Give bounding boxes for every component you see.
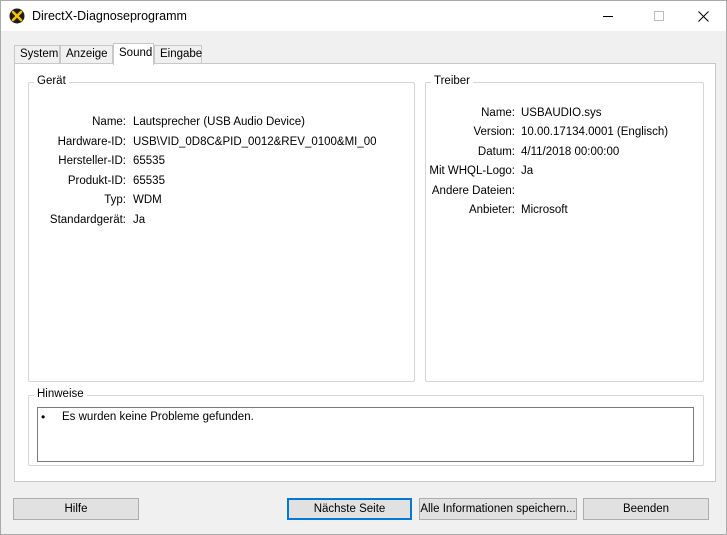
tab-sound[interactable]: Sound: [113, 43, 154, 65]
minimize-icon: [603, 16, 613, 17]
whql-logo-value: Ja: [521, 165, 534, 177]
provider-label: Anbieter:: [468, 204, 515, 216]
type-value: WDM: [133, 194, 162, 206]
driver-name-value: USBAUDIO.sys: [521, 107, 602, 119]
default-device-label: Standardgerät:: [49, 214, 126, 226]
minimize-button[interactable]: [585, 1, 631, 31]
manufacturer-id-value: 65535: [133, 155, 165, 167]
directx-icon: [9, 8, 25, 24]
device-group: Gerät Name: Lautsprecher (USB Audio Devi…: [28, 75, 415, 382]
whql-logo-label: Mit WHQL-Logo:: [429, 165, 515, 177]
driver-date-value: 4/11/2018 00:00:00: [521, 146, 620, 158]
maximize-icon: [654, 11, 664, 21]
product-id-value: 65535: [133, 175, 165, 187]
help-button[interactable]: Hilfe: [13, 498, 139, 520]
notes-group-title: Hinweise: [34, 388, 87, 400]
driver-name-label: Name:: [481, 107, 515, 119]
note-text: Es wurden keine Probleme gefunden.: [62, 411, 254, 423]
close-icon: [697, 10, 709, 22]
hardware-id-label: Hardware-ID:: [57, 136, 126, 148]
driver-version-value: 10.00.17134.0001 (Englisch): [521, 126, 669, 138]
type-label: Typ:: [104, 194, 126, 206]
product-id-label: Produkt-ID:: [67, 175, 126, 187]
manufacturer-id-label: Hersteller-ID:: [58, 155, 126, 167]
tab-system[interactable]: System: [14, 45, 60, 64]
driver-group: Treiber Name: USBAUDIO.sys Version: 10.0…: [425, 75, 704, 382]
exit-button[interactable]: Beenden: [583, 498, 709, 520]
notes-group: Hinweise • Es wurden keine Probleme gefu…: [28, 388, 704, 466]
driver-group-title: Treiber: [431, 75, 473, 87]
tab-anzeige[interactable]: Anzeige: [60, 45, 113, 64]
close-button[interactable]: [680, 1, 726, 31]
tab-eingabe[interactable]: Eingabe: [154, 45, 202, 64]
driver-version-label: Version:: [473, 126, 515, 138]
sound-tab-panel: Gerät Name: Lautsprecher (USB Audio Devi…: [14, 63, 716, 482]
provider-value: Microsoft: [521, 204, 568, 216]
next-page-button[interactable]: Nächste Seite: [287, 498, 412, 520]
default-device-value: Ja: [133, 214, 146, 226]
directx-diagnostic-window: DirectX-Diagnoseprogramm System Anzeige …: [0, 0, 727, 535]
save-all-info-button[interactable]: Alle Informationen speichern...: [419, 498, 577, 520]
device-group-title: Gerät: [34, 75, 69, 87]
maximize-button[interactable]: [636, 1, 682, 31]
other-files-label: Andere Dateien:: [431, 185, 515, 197]
notes-textbox[interactable]: • Es wurden keine Probleme gefunden.: [37, 407, 694, 462]
device-name-value: Lautsprecher (USB Audio Device): [133, 116, 305, 128]
device-name-label: Name:: [92, 116, 126, 128]
hardware-id-value: USB\VID_0D8C&PID_0012&REV_0100&MI_00: [133, 136, 377, 148]
driver-date-label: Datum:: [477, 146, 515, 158]
title-bar[interactable]: DirectX-Diagnoseprogramm: [1, 1, 726, 31]
window-title: DirectX-Diagnoseprogramm: [32, 9, 187, 23]
bullet-icon: •: [41, 410, 46, 424]
